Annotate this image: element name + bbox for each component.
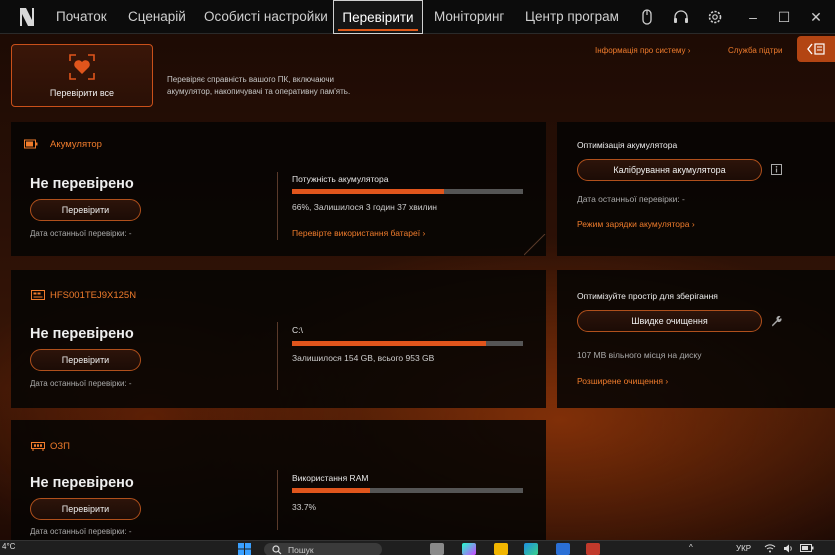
storage-last-check: Дата останньої перевірки: - — [30, 379, 132, 388]
windows-taskbar: 4°C Пошук ^ УКР — [0, 540, 835, 555]
quick-clean-button[interactable]: Швидке очищення — [577, 310, 762, 332]
nitrosense-app-icon[interactable] — [586, 543, 600, 555]
corner-decoration — [524, 234, 546, 256]
check-description: Перевіряє справність вашого ПК, включаюч… — [167, 75, 351, 96]
ram-last-check: Дата останньої перевірки: - — [30, 527, 132, 536]
check-all-label: Перевірити все — [49, 88, 115, 98]
tab-personal-settings[interactable]: Особисті настройки — [204, 0, 328, 34]
tab-scenario[interactable]: Сценарій — [128, 0, 186, 34]
tray-overflow-icon[interactable]: ^ — [689, 543, 693, 552]
battery-metric-label: Потужність акумулятора — [292, 174, 389, 184]
battery-panel: Акумулятор Не перевірено Перевірити Дата… — [11, 122, 546, 256]
tab-home[interactable]: Початок — [56, 0, 107, 34]
info-icon[interactable] — [771, 164, 782, 175]
headset-icon[interactable] — [672, 8, 690, 26]
minimize-button[interactable]: – — [745, 8, 761, 26]
battery-progress-fill — [292, 189, 445, 194]
tab-monitoring[interactable]: Моніторинг — [434, 0, 504, 34]
battery-title: Акумулятор — [50, 139, 102, 150]
divider — [277, 470, 278, 530]
battery-icon — [24, 139, 38, 149]
gear-icon[interactable] — [706, 8, 724, 26]
battery-usage-link[interactable]: Перевірте використання батареї › — [292, 228, 425, 238]
calibrate-battery-button[interactable]: Калібрування акумулятора — [577, 159, 762, 181]
weather-temperature[interactable]: 4°C — [2, 542, 15, 551]
storage-opt-title: Оптимізуйте простір для зберігання — [577, 291, 718, 301]
storage-progress-fill — [292, 341, 487, 346]
store-icon[interactable] — [556, 543, 570, 555]
task-view-icon[interactable] — [430, 543, 444, 555]
storage-progress-bar — [292, 341, 523, 346]
battery-status: Не перевірено — [30, 176, 134, 192]
battery-progress-bar — [292, 189, 523, 194]
ram-panel: ОЗП Не перевірено Перевірити Дата останн… — [11, 420, 546, 540]
ram-check-button[interactable]: Перевірити — [30, 498, 141, 520]
heart-scan-icon — [69, 54, 95, 80]
mouse-icon[interactable] — [638, 8, 656, 26]
maximize-button[interactable]: ☐ — [776, 8, 792, 26]
storage-panel: HFS001TEJ9X125N Не перевірено Перевірити… — [11, 270, 546, 408]
search-placeholder: Пошук — [288, 545, 314, 555]
close-button[interactable]: ✕ — [808, 8, 824, 26]
search-icon — [272, 545, 282, 555]
ssd-icon — [31, 290, 45, 300]
edge-browser-icon[interactable] — [524, 543, 538, 555]
support-link[interactable]: Служба підтри — [728, 46, 782, 55]
windows-start-icon[interactable] — [238, 543, 251, 555]
system-info-link[interactable]: Інформація про систему › — [595, 46, 690, 55]
storage-drive-label: C:\ — [292, 325, 303, 335]
battery-opt-last-check: Дата останньої перевірки: - — [577, 194, 685, 204]
battery-check-button[interactable]: Перевірити — [30, 199, 141, 221]
ram-title: ОЗП — [50, 441, 70, 452]
copilot-icon[interactable] — [462, 543, 476, 555]
ram-metric-label: Використання RAM — [292, 473, 369, 483]
ram-progress-bar — [292, 488, 523, 493]
storage-title: HFS001TEJ9X125N — [50, 290, 137, 301]
language-indicator[interactable]: УКР — [736, 544, 751, 553]
charge-mode-link[interactable]: Режим зарядки акумулятора › — [577, 219, 695, 229]
taskbar-search[interactable]: Пошук — [264, 543, 382, 555]
top-navigation-bar: Початок Сценарій Особисті настройки Пере… — [0, 0, 835, 34]
battery-tray-icon[interactable] — [800, 544, 814, 552]
divider — [277, 172, 278, 240]
battery-metric-text: 66%, Залишилося 3 годин 37 хвилин — [292, 202, 437, 212]
panel-expand-icon — [807, 43, 825, 55]
side-panel-toggle[interactable] — [797, 36, 835, 62]
battery-last-check: Дата останньої перевірки: - — [30, 229, 132, 238]
storage-optimization-panel: Оптимізуйте простір для зберігання Швидк… — [557, 270, 835, 408]
tab-app-center[interactable]: Центр програм — [525, 0, 619, 34]
ram-status: Не перевірено — [30, 475, 134, 491]
storage-metric-text: Залишилося 154 GB, всього 953 GB — [292, 353, 435, 363]
volume-icon[interactable] — [783, 544, 794, 553]
advanced-clean-link[interactable]: Розширене очищення › — [577, 376, 668, 386]
app-logo-icon — [20, 8, 34, 26]
battery-opt-title: Оптимізація акумулятора — [577, 140, 678, 150]
wrench-icon[interactable] — [770, 315, 782, 327]
check-all-button[interactable]: Перевірити все — [11, 44, 153, 107]
free-space-text: 107 MB вільного місця на диску — [577, 350, 702, 360]
ram-progress-fill — [292, 488, 370, 493]
tab-check[interactable]: Перевірити — [333, 0, 423, 34]
wifi-icon[interactable] — [764, 544, 776, 553]
battery-optimization-panel: Оптимізація акумулятора Калібрування аку… — [557, 122, 835, 256]
ram-icon — [31, 442, 45, 451]
storage-check-button[interactable]: Перевірити — [30, 349, 141, 371]
file-explorer-icon[interactable] — [494, 543, 508, 555]
storage-status: Не перевірено — [30, 326, 134, 342]
ram-metric-text: 33.7% — [292, 502, 317, 512]
divider — [277, 322, 278, 390]
